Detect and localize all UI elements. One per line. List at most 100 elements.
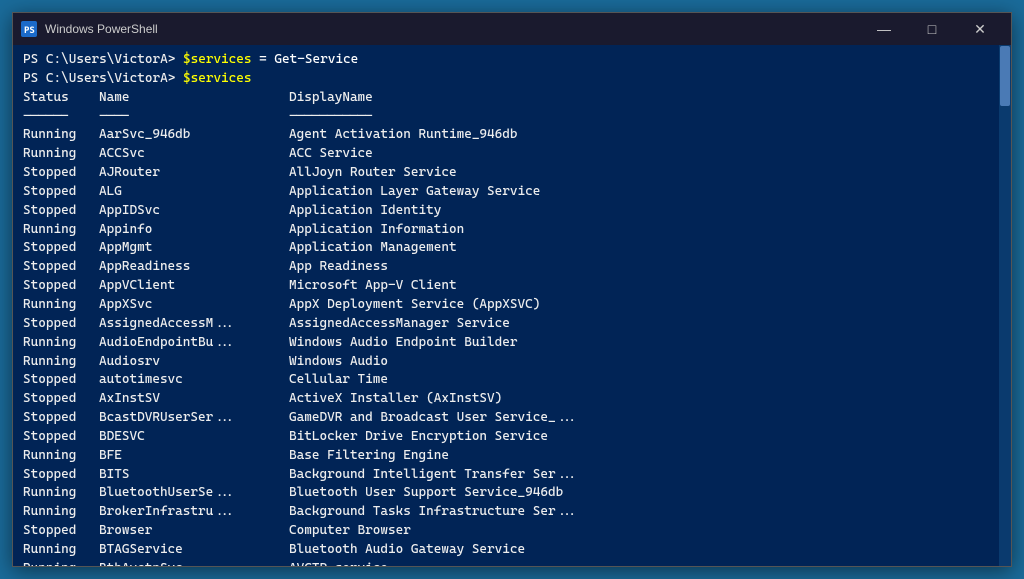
service-status: Stopped [23,466,99,485]
service-display: Windows Audio [289,353,388,372]
service-display: ACC Service [289,145,373,164]
service-name: BDESVC [99,428,289,447]
close-button[interactable]: ✕ [957,13,1003,45]
table-row: RunningAppinfoApplication Information [23,221,1001,240]
service-status: Stopped [23,371,99,390]
table-row: StoppedAssignedAccessM...AssignedAccessM… [23,315,1001,334]
service-display: Background Intelligent Transfer Ser... [289,466,578,485]
table-row: RunningBthAvctpSvcAVCTP service [23,560,1001,566]
service-display: AVCTP service [289,560,388,566]
service-status: Running [23,334,99,353]
service-name: BITS [99,466,289,485]
service-status: Running [23,221,99,240]
service-name: Browser [99,522,289,541]
service-status: Stopped [23,428,99,447]
service-display: AppX Deployment Service (AppXSVC) [289,296,540,315]
service-display: Application Information [289,221,464,240]
table-row: RunningAarSvc_946dbAgent Activation Runt… [23,126,1001,145]
service-status: Stopped [23,258,99,277]
window-controls: — □ ✕ [861,13,1003,45]
table-row: StoppedAppVClientMicrosoft App-V Client [23,277,1001,296]
table-row: StoppedAJRouterAllJoyn Router Service [23,164,1001,183]
service-name: BFE [99,447,289,466]
service-display: Application Management [289,239,457,258]
table-row: StoppedAppReadinessApp Readiness [23,258,1001,277]
table-row: StoppedBrowserComputer Browser [23,522,1001,541]
service-status: Stopped [23,183,99,202]
service-name: ALG [99,183,289,202]
table-row: RunningBluetoothUserSe...Bluetooth User … [23,484,1001,503]
service-name: AppMgmt [99,239,289,258]
service-status: Running [23,296,99,315]
table-row: RunningBTAGServiceBluetooth Audio Gatewa… [23,541,1001,560]
service-status: Running [23,541,99,560]
scrollbar-thumb[interactable] [1000,46,1010,106]
service-display: Windows Audio Endpoint Builder [289,334,518,353]
service-display: AllJoyn Router Service [289,164,457,183]
table-separator: ------ ---- ----------- [23,108,1001,127]
service-status: Running [23,353,99,372]
service-status: Stopped [23,522,99,541]
service-display: Agent Activation Runtime_946db [289,126,518,145]
command-line-1: PS C:\Users\VictorA> $services = Get-Ser… [23,51,1001,70]
minimize-button[interactable]: — [861,13,907,45]
service-display: Computer Browser [289,522,411,541]
service-display: Bluetooth User Support Service_946db [289,484,563,503]
service-status: Running [23,560,99,566]
service-display: Bluetooth Audio Gateway Service [289,541,525,560]
command-line-2: PS C:\Users\VictorA> $services [23,70,1001,89]
service-display: Background Tasks Infrastructure Ser... [289,503,578,522]
table-row: RunningBFEBase Filtering Engine [23,447,1001,466]
service-name: AppVClient [99,277,289,296]
service-table: RunningAarSvc_946dbAgent Activation Runt… [23,126,1001,566]
service-display: GameDVR and Broadcast User Service_... [289,409,578,428]
service-display: BitLocker Drive Encryption Service [289,428,548,447]
table-row: StoppedAppMgmtApplication Management [23,239,1001,258]
table-header: Status Name DisplayName [23,89,1001,108]
table-row: StoppedBcastDVRUserSer...GameDVR and Bro… [23,409,1001,428]
service-status: Running [23,126,99,145]
service-name: BthAvctpSvc [99,560,289,566]
service-name: BrokerInfrastru... [99,503,289,522]
service-name: AarSvc_946db [99,126,289,145]
service-name: Audiosrv [99,353,289,372]
table-row: RunningBrokerInfrastru...Background Task… [23,503,1001,522]
titlebar: PS Windows PowerShell — □ ✕ [13,13,1011,45]
terminal-area[interactable]: PS C:\Users\VictorA> $services = Get-Ser… [13,45,1011,566]
service-status: Running [23,447,99,466]
service-display: App Readiness [289,258,388,277]
service-display: Base Filtering Engine [289,447,449,466]
service-status: Running [23,145,99,164]
service-name: AppXSvc [99,296,289,315]
service-name: AppIDSvc [99,202,289,221]
powershell-window: PS Windows PowerShell — □ ✕ PS C:\Users\… [12,12,1012,567]
service-status: Running [23,503,99,522]
service-status: Stopped [23,315,99,334]
service-status: Stopped [23,390,99,409]
service-name: autotimesvc [99,371,289,390]
service-name: AxInstSV [99,390,289,409]
table-row: StoppedautotimesvcCellular Time [23,371,1001,390]
service-status: Stopped [23,277,99,296]
service-display: ActiveX Installer (AxInstSV) [289,390,502,409]
service-name: BTAGService [99,541,289,560]
app-icon: PS [21,21,37,37]
service-status: Stopped [23,409,99,428]
window-title: Windows PowerShell [45,22,861,36]
service-status: Stopped [23,239,99,258]
scrollbar[interactable] [999,45,1011,566]
service-name: ACCSvc [99,145,289,164]
table-row: StoppedBITSBackground Intelligent Transf… [23,466,1001,485]
service-name: BcastDVRUserSer... [99,409,289,428]
table-row: StoppedAxInstSVActiveX Installer (AxInst… [23,390,1001,409]
table-row: RunningAudiosrvWindows Audio [23,353,1001,372]
service-status: Stopped [23,202,99,221]
table-row: StoppedALGApplication Layer Gateway Serv… [23,183,1001,202]
maximize-button[interactable]: □ [909,13,955,45]
service-display: Application Layer Gateway Service [289,183,540,202]
table-row: StoppedBDESVCBitLocker Drive Encryption … [23,428,1001,447]
service-display: Application Identity [289,202,441,221]
table-row: RunningAudioEndpointBu...Windows Audio E… [23,334,1001,353]
service-display: AssignedAccessManager Service [289,315,510,334]
service-name: AJRouter [99,164,289,183]
